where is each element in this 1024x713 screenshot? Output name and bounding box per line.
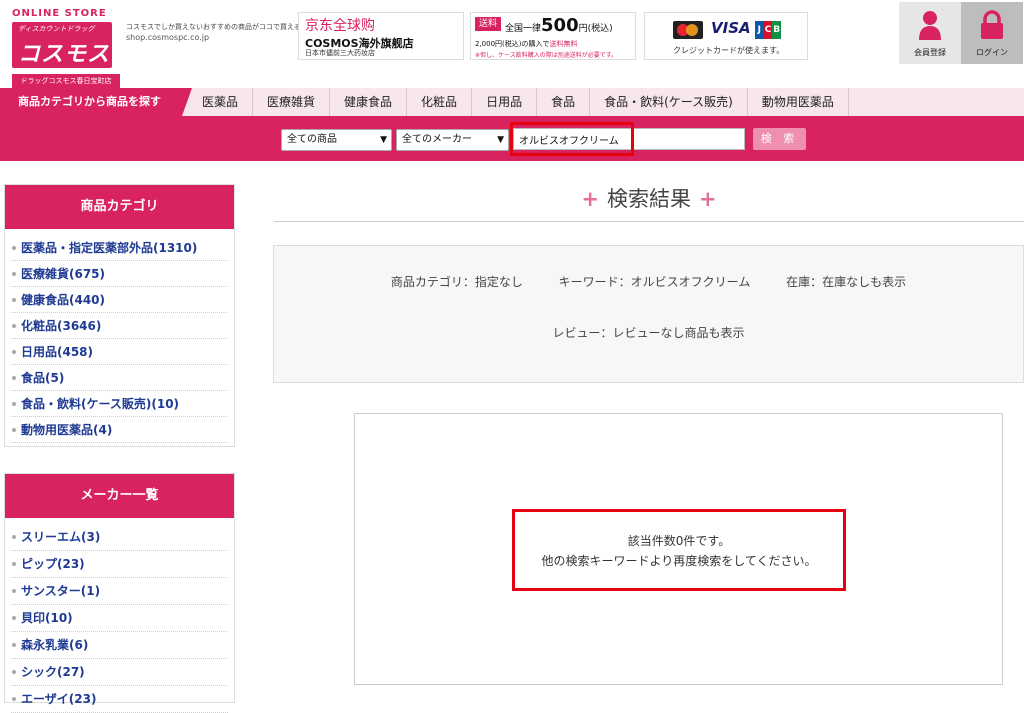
sidebar-item-daily-goods[interactable]: 日用品(458)	[11, 339, 228, 365]
nav-item-medical-goods[interactable]: 医療雑貨	[253, 88, 331, 116]
plus-icon: +	[581, 187, 599, 211]
sidebar-item-veterinary[interactable]: 動物用医薬品(4)	[11, 417, 228, 443]
login-button[interactable]: ログイン	[961, 2, 1023, 64]
credit-card-banner: VISA J C B クレジットカードが使えます。	[644, 12, 808, 60]
logo-subtitle: ディスカウントドラッグ	[18, 25, 95, 33]
sidebar-item-food[interactable]: 食品(5)	[11, 365, 228, 391]
shipping-suffix: 円(税込)	[578, 24, 613, 34]
nav-item-daily-goods[interactable]: 日用品	[472, 88, 538, 116]
jd-banner-title: 京东全球购	[305, 18, 375, 34]
logo-name: コスモス	[18, 42, 111, 67]
sidebar-maker-sunstar[interactable]: サンスター(1)	[11, 578, 228, 605]
logo-store-label: ドラッグコスモス春日宝町店	[12, 74, 120, 89]
jcb-icon: J C B	[755, 21, 782, 39]
category-select[interactable]: 全ての商品 ▼	[281, 129, 392, 151]
logo-main-block: ディスカウントドラッグ コスモス	[12, 22, 112, 68]
category-select-value: 全ての商品	[287, 134, 337, 145]
sidebar-item-medicine[interactable]: 医薬品・指定医薬部外品(1310)	[11, 235, 228, 261]
condition-category: 商品カテゴリ：指定なし	[390, 275, 523, 289]
condition-stock: 在庫：在庫なしも表示	[786, 275, 907, 289]
visa-icon: VISA	[711, 19, 751, 37]
maker-select-value: 全てのメーカー	[402, 134, 472, 145]
store-logo[interactable]: ONLINE STORE ディスカウントドラッグ コスモス ドラッグコスモス春日…	[8, 8, 120, 89]
nav-items: 医薬品 医療雑貨 健康食品 化粧品 日用品 食品 食品・飲料(ケース販売) 動物…	[188, 88, 849, 116]
sidebar-makers-title: メーカー一覧	[5, 474, 234, 518]
sidebar-maker-schick[interactable]: シック(27)	[11, 659, 228, 686]
shipping-note-prefix: 2,000円(税込)の購入で	[475, 40, 550, 48]
keyword-highlight-frame	[510, 122, 634, 156]
shipping-case-note: ※但し、ケース飲料購入の際は別途送料が必要です。	[475, 52, 618, 59]
search-conditions: 商品カテゴリ：指定なし キーワード：オルビスオフクリーム 在庫：在庫なしも表示 …	[273, 245, 1024, 383]
shipping-amount: 500	[541, 15, 579, 36]
sidebar-item-medical-goods[interactable]: 医療雑貨(675)	[11, 261, 228, 287]
sidebar-categories-title: 商品カテゴリ	[5, 185, 234, 229]
sidebar-maker-morinaga[interactable]: 森永乳業(6)	[11, 632, 228, 659]
sidebar-item-cosmetics[interactable]: 化粧品(3646)	[11, 313, 228, 339]
sidebar-maker-kai[interactable]: 貝印(10)	[11, 605, 228, 632]
page-title-text: 検索結果	[607, 187, 691, 211]
maker-list: スリーエム(3) ピップ(23) サンスター(1) 貝印(10) 森永乳業(6)…	[5, 518, 234, 713]
nav-item-veterinary[interactable]: 動物用医薬品	[748, 88, 849, 116]
shipping-price-line: 全国一律500円(税込)	[505, 15, 613, 36]
nav-item-food-beverage-case[interactable]: 食品・飲料(ケース販売)	[590, 88, 748, 116]
plus-icon: +	[699, 187, 717, 211]
sidebar-item-food-beverage-case[interactable]: 食品・飲料(ケース販売)(10)	[11, 391, 228, 417]
tagline: コスモスでしか買えないおすすめの商品がココで買える!	[126, 23, 304, 31]
no-results-hint: 他の検索キーワードより再度検索をしてください。	[541, 554, 817, 568]
shipping-free-note: 2,000円(税込)の購入で送料無料	[475, 39, 578, 49]
jd-global-banner[interactable]: 京东全球购 COSMOS海外旗舰店 日本市儘前三大药妆店	[298, 12, 464, 60]
login-label: ログイン	[976, 48, 1008, 57]
mastercard-icon	[673, 21, 703, 39]
sidebar-maker-eisai[interactable]: エーザイ(23)	[11, 686, 228, 713]
register-label: 会員登録	[914, 48, 946, 57]
header: ONLINE STORE ディスカウントドラッグ コスモス ドラッグコスモス春日…	[0, 0, 1024, 89]
credit-card-text: クレジットカードが使えます。	[673, 46, 785, 55]
site-url: shop.cosmospc.co.jp	[126, 33, 210, 42]
logo-online-store: ONLINE STORE	[12, 8, 107, 19]
condition-review: レビュー：レビューなし商品も表示	[552, 326, 745, 340]
chevron-down-icon: ▼	[497, 135, 504, 145]
no-results-message: 該当件数0件です。 他の検索キーワードより再度検索をしてください。	[512, 509, 846, 591]
chevron-down-icon: ▼	[380, 135, 387, 145]
search-button[interactable]: 検 索	[753, 128, 806, 150]
nav-item-food[interactable]: 食品	[537, 88, 591, 116]
nav-item-health-food[interactable]: 健康食品	[330, 88, 408, 116]
shipping-prefix: 全国一律	[505, 24, 542, 34]
sidebar-makers: メーカー一覧 スリーエム(3) ピップ(23) サンスター(1) 貝印(10) …	[4, 473, 235, 713]
sidebar-item-health-food[interactable]: 健康食品(440)	[11, 287, 228, 313]
user-icon	[919, 11, 941, 40]
nav-item-medicine[interactable]: 医薬品	[188, 88, 254, 116]
shipping-banner[interactable]: 送料 全国一律500円(税込) 2,000円(税込)の購入で送料無料 ※但し、ケ…	[470, 12, 636, 60]
shipping-free-label: 送料無料	[549, 40, 578, 48]
category-list: 医薬品・指定医薬部外品(1310) 医療雑貨(675) 健康食品(440) 化粧…	[5, 229, 234, 443]
search-conditions-row: 商品カテゴリ：指定なし キーワード：オルビスオフクリーム 在庫：在庫なしも表示	[274, 273, 1023, 290]
sidebar-maker-3m[interactable]: スリーエム(3)	[11, 524, 228, 551]
nav-item-cosmetics[interactable]: 化粧品	[407, 88, 473, 116]
no-results-count: 該当件数0件です。	[627, 534, 731, 548]
page-title: + 検索結果 +	[274, 184, 1024, 222]
nav-browse-categories[interactable]: 商品カテゴリから商品を探す	[0, 88, 192, 116]
sidebar-categories: 商品カテゴリ 医薬品・指定医薬部外品(1310) 医療雑貨(675) 健康食品(…	[4, 184, 235, 447]
shipping-tag: 送料	[475, 17, 501, 31]
sidebar-maker-pip[interactable]: ピップ(23)	[11, 551, 228, 578]
jd-banner-address: 日本市儘前三大药妆店	[305, 49, 375, 57]
lock-icon	[981, 10, 1003, 39]
category-nav: 商品カテゴリから商品を探す 医薬品 医療雑貨 健康食品 化粧品 日用品 食品 食…	[0, 88, 1024, 116]
condition-keyword: キーワード：オルビスオフクリーム	[558, 275, 751, 289]
maker-select[interactable]: 全てのメーカー ▼	[396, 129, 509, 151]
register-button[interactable]: 会員登録	[899, 2, 961, 64]
